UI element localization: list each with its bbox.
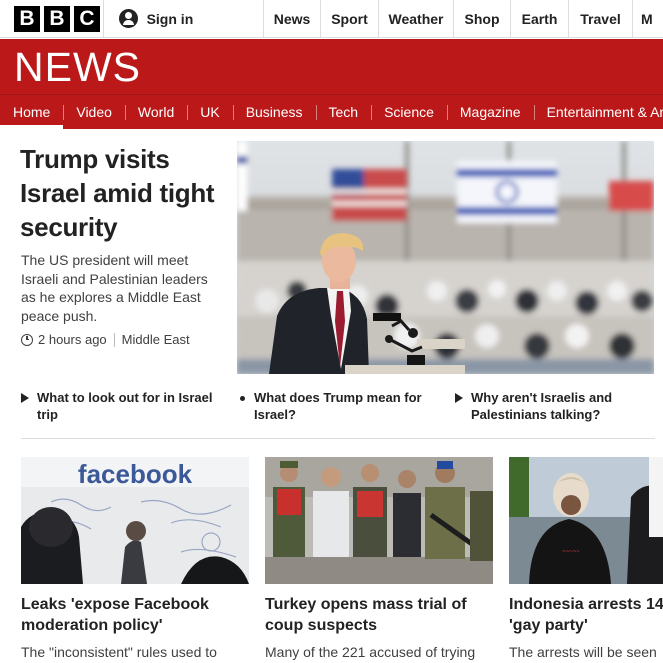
sign-in-button[interactable]: Sign in [104, 0, 264, 37]
story-2-headline-line1: Turkey opens mass trial of [265, 596, 467, 613]
logo-letter-c: C [74, 5, 100, 32]
story-2-summary: Many of the 221 accused of trying [265, 644, 476, 660]
lead-summary: The US president will meet Israeli and P… [21, 252, 208, 324]
bbc-logo[interactable]: B B C [0, 0, 104, 37]
topnav-sport[interactable]: Sport [321, 0, 379, 37]
top-nav: News Sport Weather Shop Earth Travel M [264, 0, 663, 37]
top-bar: B B C Sign in News Sport Weather Shop Ea… [0, 0, 663, 38]
tab-uk[interactable]: UK [187, 95, 232, 129]
section-divider [21, 438, 655, 439]
related-link-2-text: What does Trump mean for Israel? [254, 390, 422, 422]
tab-entertainment-arts[interactable]: Entertainment & Arts [533, 95, 663, 129]
topnav-more[interactable]: M [633, 0, 663, 37]
lead-headline[interactable]: Trump visits Israel amid tight security [20, 142, 230, 244]
story-2-headline-line2: coup suspects [265, 617, 378, 634]
related-link-1[interactable]: What to look out for in Israel trip [21, 390, 226, 423]
logo-letter-b2: B [44, 5, 70, 32]
related-link-2[interactable]: What does Trump mean for Israel? [238, 390, 438, 423]
topnav-news[interactable]: News [264, 0, 321, 37]
meta-divider [113, 332, 115, 347]
tab-world[interactable]: World [124, 95, 187, 129]
tab-science[interactable]: Science [371, 95, 447, 129]
news-wordmark[interactable]: NEWS [14, 45, 141, 89]
lead-section-tag[interactable]: Middle East [122, 332, 190, 347]
related-link-3[interactable]: Why aren't Israelis and Palestinians tal… [455, 390, 655, 423]
story-3-summary: The arrests will be seen [509, 644, 657, 660]
topnav-travel[interactable]: Travel [569, 0, 633, 37]
story-2-headline[interactable]: Turkey opens mass trial of coup suspects [265, 594, 467, 636]
facebook-wall-logo: facebook [78, 459, 193, 489]
story-3-headline[interactable]: Indonesia arrests 14 'gay party' [509, 594, 663, 636]
related-link-3-text: Why aren't Israelis and Palestinians tal… [471, 390, 613, 422]
story-2-image[interactable] [265, 457, 493, 584]
tab-tech[interactable]: Tech [315, 95, 372, 129]
news-header: NEWS [0, 39, 663, 94]
related-link-1-text: What to look out for in Israel trip [37, 390, 213, 422]
logo-letter-b1: B [14, 5, 40, 32]
lead-meta: 2 hours ago Middle East [21, 332, 190, 347]
section-nav: Home Video World UK Business Tech Scienc… [0, 94, 663, 129]
lead-timestamp: 2 hours ago [38, 332, 107, 347]
play-icon [21, 393, 29, 403]
bullet-icon [240, 396, 245, 401]
tab-business[interactable]: Business [232, 95, 316, 129]
story-1-headline-line1: Leaks 'expose Facebook [21, 596, 209, 613]
story-3-photo: ~~~~~ [509, 457, 663, 584]
topnav-earth[interactable]: Earth [511, 0, 569, 37]
play-icon [455, 393, 463, 403]
lead-image[interactable] [237, 141, 654, 374]
tab-video[interactable]: Video [63, 95, 125, 129]
lead-photo [237, 141, 654, 374]
story-1-summary: The "inconsistent" rules used to [21, 644, 217, 660]
story-1-headline-line2: moderation policy' [21, 617, 163, 634]
user-icon [118, 9, 138, 28]
story-3-headline-line1: Indonesia arrests 14 [509, 596, 663, 613]
topnav-weather[interactable]: Weather [379, 0, 454, 37]
story-1-photo: facebook [21, 457, 249, 584]
story-1-image[interactable]: facebook [21, 457, 249, 584]
story-3-image[interactable]: ~~~~~ [509, 457, 663, 584]
tab-magazine[interactable]: Magazine [446, 95, 534, 129]
story-2-photo [265, 457, 493, 584]
sign-in-label: Sign in [146, 10, 194, 27]
svg-text:~~~~~: ~~~~~ [562, 549, 580, 555]
clock-icon [21, 333, 33, 346]
tab-home[interactable]: Home [0, 95, 64, 129]
story-3-headline-line2: 'gay party' [509, 617, 588, 634]
story-1-headline[interactable]: Leaks 'expose Facebook moderation policy… [21, 594, 209, 636]
topnav-shop[interactable]: Shop [454, 0, 511, 37]
